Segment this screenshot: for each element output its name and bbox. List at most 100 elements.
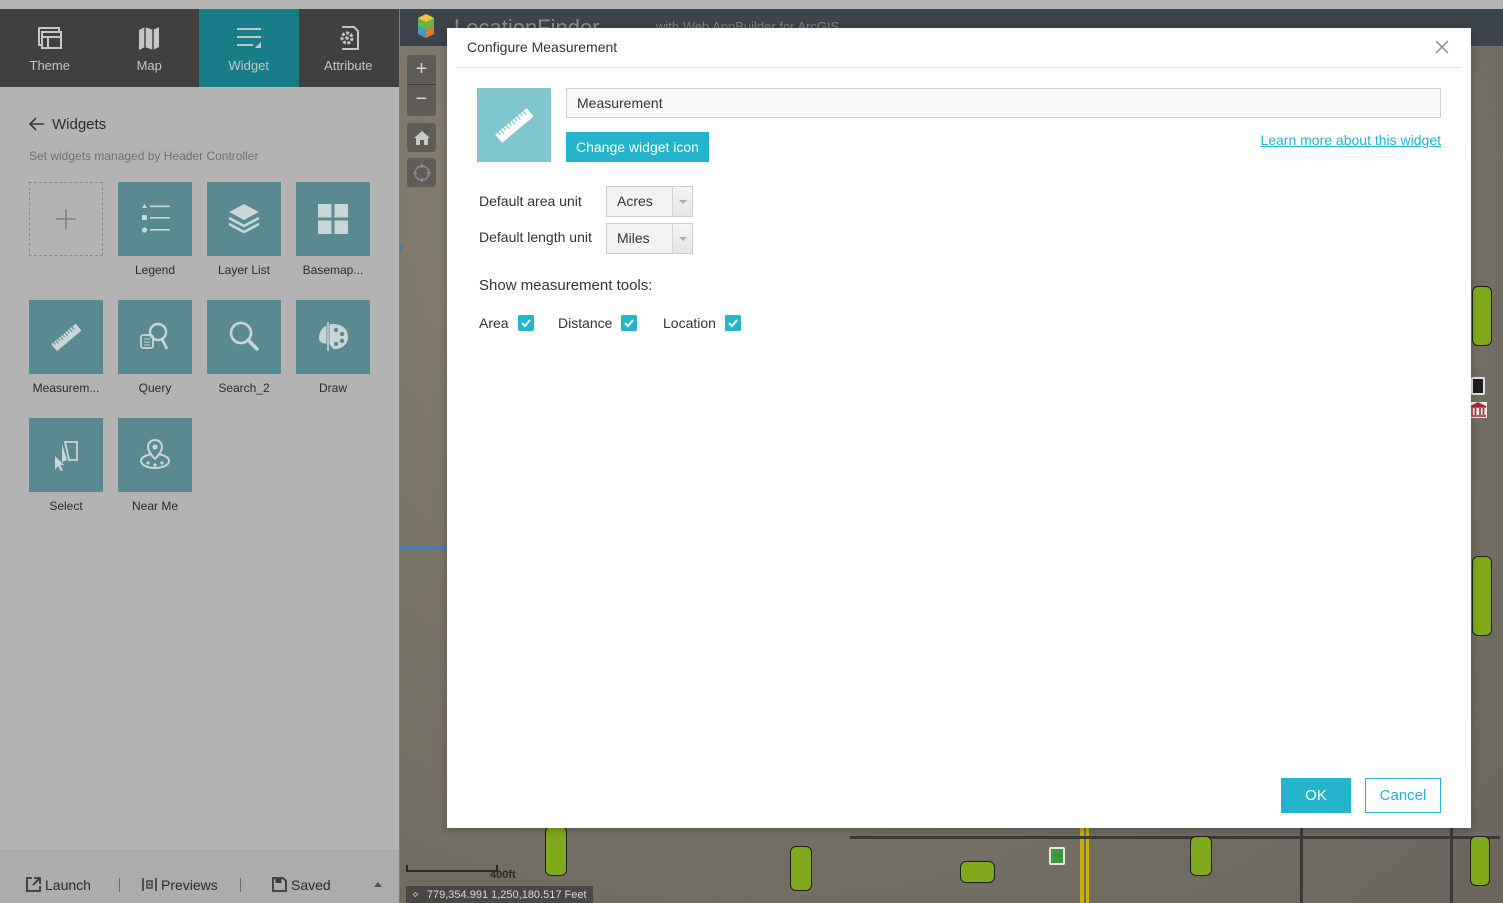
location-tool-checkbox[interactable]: Location — [663, 315, 741, 331]
widget-tile-box[interactable] — [29, 418, 103, 492]
widget-tile-draw[interactable]: Draw — [296, 300, 370, 395]
map-street-label — [960, 861, 995, 883]
widget-tile-box[interactable] — [29, 300, 103, 374]
panel-title: Widgets — [28, 115, 106, 133]
museum-icon[interactable] — [1469, 402, 1487, 418]
cancel-button[interactable]: Cancel — [1365, 778, 1441, 813]
widget-tile-box[interactable] — [207, 182, 281, 256]
previews-button[interactable]: Previews — [141, 876, 218, 893]
home-button[interactable] — [407, 123, 436, 152]
widget-tile-select[interactable]: Select — [29, 418, 103, 513]
map-poi-icon[interactable] — [1049, 847, 1065, 865]
widget-label: Draw — [318, 381, 347, 395]
map-road — [400, 246, 403, 506]
length-unit-label: Default length unit — [479, 229, 592, 245]
checkbox-label: Area — [479, 315, 509, 331]
widget-tile-box[interactable] — [296, 182, 370, 256]
ruler-icon — [51, 324, 82, 351]
add-widget-button[interactable] — [29, 182, 103, 256]
expand-caret-icon[interactable] — [374, 882, 382, 887]
widget-tile-box[interactable] — [207, 300, 281, 374]
area-tool-checkbox[interactable]: Area — [479, 315, 534, 331]
map-road — [1080, 816, 1084, 903]
tab-widget[interactable]: Widget — [199, 9, 299, 87]
tab-label: Widget — [228, 57, 269, 73]
area-unit-label: Default area unit — [479, 193, 582, 209]
widget-tile-measurement[interactable]: Measurem... — [29, 300, 103, 395]
distance-tool-checkbox[interactable]: Distance — [558, 315, 638, 331]
map-road — [1300, 816, 1303, 903]
widget-name-input[interactable] — [566, 88, 1441, 118]
widget-tile-search[interactable]: Search_2 — [207, 300, 281, 395]
widget-tile-query[interactable]: Query — [118, 300, 192, 395]
scale-bar — [406, 865, 498, 872]
widget-tile-box[interactable] — [118, 300, 192, 374]
widget-tile-near-me[interactable]: Near Me — [118, 418, 192, 513]
map-road — [850, 836, 1500, 839]
map-icon — [139, 26, 160, 50]
widget-label: Basemap... — [302, 263, 364, 277]
coordinate-readout[interactable]: ⋄ 779,354.991 1,250,180.517 Feet — [406, 886, 593, 903]
widget-tile-layer-list[interactable]: Layer List — [207, 182, 281, 277]
scale-label: 400ft — [490, 869, 516, 881]
widget-tile-box[interactable] — [296, 300, 370, 374]
tab-attribute[interactable]: Attribute — [299, 9, 399, 87]
map-poi-icon[interactable] — [1471, 377, 1485, 395]
map-street-label — [1472, 286, 1492, 346]
configure-dialog: Configure Measurement Change widget icon… — [447, 28, 1471, 828]
learn-more-link[interactable]: Learn more about this widget — [1260, 132, 1441, 148]
previews-icon — [142, 878, 157, 891]
tab-label: Map — [136, 57, 162, 73]
crosshair-icon[interactable]: ⋄ — [412, 888, 419, 901]
builder-panel: Theme Map Widget Attribute Widgets Set w… — [0, 9, 399, 903]
area-unit-select[interactable]: Acres — [606, 186, 693, 217]
length-unit-select[interactable]: Miles — [606, 223, 693, 254]
launch-button[interactable]: Launch — [25, 876, 91, 893]
map-street-label — [1472, 556, 1492, 636]
checkbox-checked-icon[interactable] — [517, 315, 534, 331]
add-widget-tile[interactable] — [29, 182, 103, 256]
widget-tile-legend[interactable]: Legend — [118, 182, 192, 277]
zoom-out-button[interactable]: − — [407, 85, 436, 115]
checkbox-checked-icon[interactable] — [724, 315, 741, 331]
theme-icon — [37, 26, 62, 49]
legend-icon — [141, 204, 170, 233]
ruler-icon — [495, 108, 534, 143]
select-icon — [55, 441, 78, 471]
map-road — [1086, 816, 1089, 903]
zoom-in-button[interactable]: + — [407, 55, 436, 85]
previews-label: Previews — [161, 876, 218, 893]
close-icon[interactable] — [1433, 38, 1451, 56]
palette-icon — [319, 322, 348, 351]
ok-button[interactable]: OK — [1281, 778, 1351, 813]
widget-label: Legend — [134, 263, 176, 277]
save-icon — [272, 877, 287, 892]
widget-tile-basemap[interactable]: Basemap... — [296, 182, 370, 277]
chevron-down-icon[interactable] — [672, 224, 692, 253]
app-logo-icon — [418, 14, 434, 38]
map-street-label — [545, 826, 567, 876]
basemap-grid-icon — [318, 204, 348, 234]
widget-tile-box[interactable] — [118, 182, 192, 256]
launch-icon — [26, 877, 41, 892]
tab-label: Attribute — [324, 57, 373, 73]
widget-label: Layer List — [217, 263, 271, 277]
launch-label: Launch — [45, 876, 91, 893]
checkbox-checked-icon[interactable] — [621, 315, 638, 331]
widget-tile-box[interactable] — [118, 418, 192, 492]
tab-theme[interactable]: Theme — [0, 9, 100, 87]
panel-subtitle: Set widgets managed by Header Controller — [29, 149, 259, 163]
back-arrow-icon[interactable] — [28, 115, 46, 133]
chevron-down-icon[interactable] — [672, 187, 692, 216]
saved-button[interactable]: Saved — [271, 876, 331, 893]
saved-label: Saved — [291, 876, 331, 893]
locate-button[interactable] — [407, 158, 436, 187]
search-icon — [229, 321, 259, 351]
divider — [119, 878, 120, 892]
map-street-label — [1190, 836, 1212, 876]
checkbox-label: Distance — [558, 315, 613, 331]
attribute-icon — [340, 25, 360, 50]
home-icon — [413, 130, 430, 145]
tab-map[interactable]: Map — [100, 9, 200, 87]
change-widget-icon-button[interactable]: Change widget icon — [566, 132, 709, 162]
